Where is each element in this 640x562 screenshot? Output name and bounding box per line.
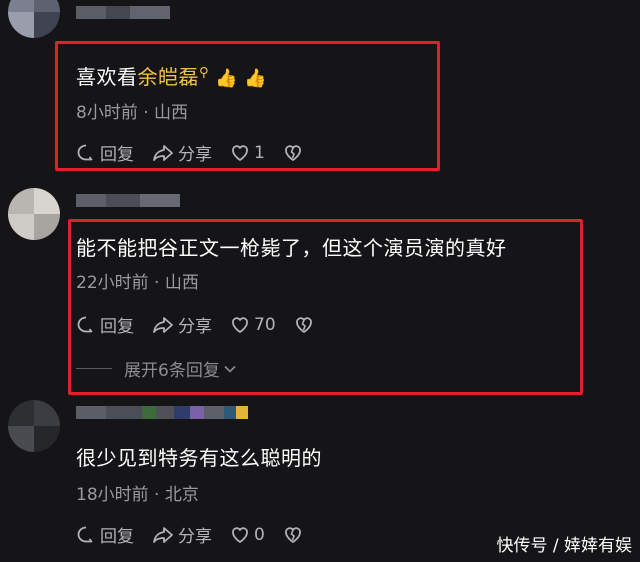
comment-actions: 回复 分享 0 <box>76 522 325 547</box>
share-icon <box>153 526 173 543</box>
comment-time: 18小时前 <box>76 485 149 505</box>
share-label: 分享 <box>178 527 212 547</box>
like-count: 0 <box>254 524 265 545</box>
comment-location: 北京 <box>164 485 199 505</box>
username-mosaic[interactable] <box>76 406 248 419</box>
reply-label: 回复 <box>100 527 134 547</box>
broken-heart-icon <box>284 526 301 543</box>
like-button[interactable]: 0 <box>230 525 265 545</box>
comment-text: 很少见到特务有这么聪明的 <box>76 446 322 470</box>
meta-separator: · <box>154 485 160 505</box>
comment-meta: 18小时前 · 北京 <box>76 480 199 505</box>
dislike-button[interactable] <box>283 525 307 545</box>
heart-icon <box>232 526 248 543</box>
watermark: 快传号 / 婞婞有娱 <box>496 536 632 556</box>
reply-button[interactable]: 回复 <box>76 522 134 547</box>
comment-3: 很少见到特务有这么聪明的 18小时前 · 北京 回复 分享 0 <box>0 0 640 562</box>
reply-icon <box>77 526 93 542</box>
share-button[interactable]: 分享 <box>152 522 212 547</box>
avatar[interactable] <box>8 400 60 452</box>
